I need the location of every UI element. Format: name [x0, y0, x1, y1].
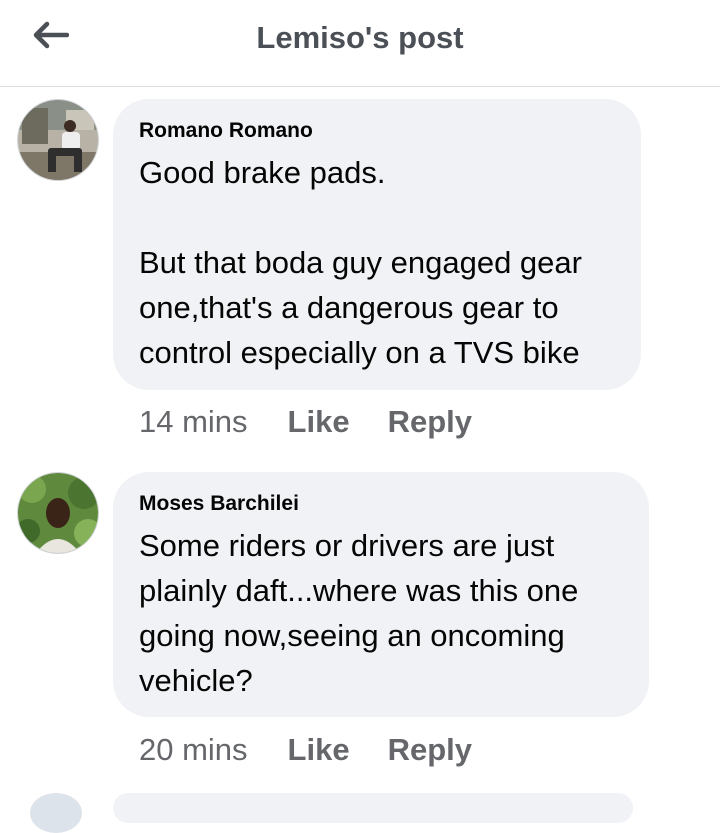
avatar[interactable] [17, 99, 99, 181]
comment-actions: 14 mins Like Reply [139, 404, 510, 440]
top-bar: Lemiso's post [0, 0, 720, 87]
comment-bubble: Romano Romano Good brake pads. But that … [113, 99, 641, 390]
comment-text: Some riders or drivers are just plainly … [139, 528, 579, 698]
comment-author[interactable]: Romano Romano [139, 116, 615, 146]
reply-button[interactable]: Reply [388, 404, 472, 440]
like-button[interactable]: Like [288, 732, 350, 768]
avatar[interactable] [30, 793, 82, 833]
reply-button[interactable]: Reply [388, 732, 472, 768]
avatar[interactable] [17, 472, 99, 554]
comment-author[interactable]: Moses Barchilei [139, 489, 623, 519]
page-title: Lemiso's post [256, 20, 464, 55]
comment-timestamp[interactable]: 14 mins [139, 404, 248, 440]
comment-text: Good brake pads. But that boda guy engag… [139, 155, 582, 370]
comment-bubble [113, 793, 633, 823]
like-button[interactable]: Like [288, 404, 350, 440]
comment-timestamp[interactable]: 20 mins [139, 732, 248, 768]
comment-actions: 20 mins Like Reply [139, 732, 510, 768]
comment-bubble: Moses Barchilei Some riders or drivers a… [113, 472, 649, 717]
